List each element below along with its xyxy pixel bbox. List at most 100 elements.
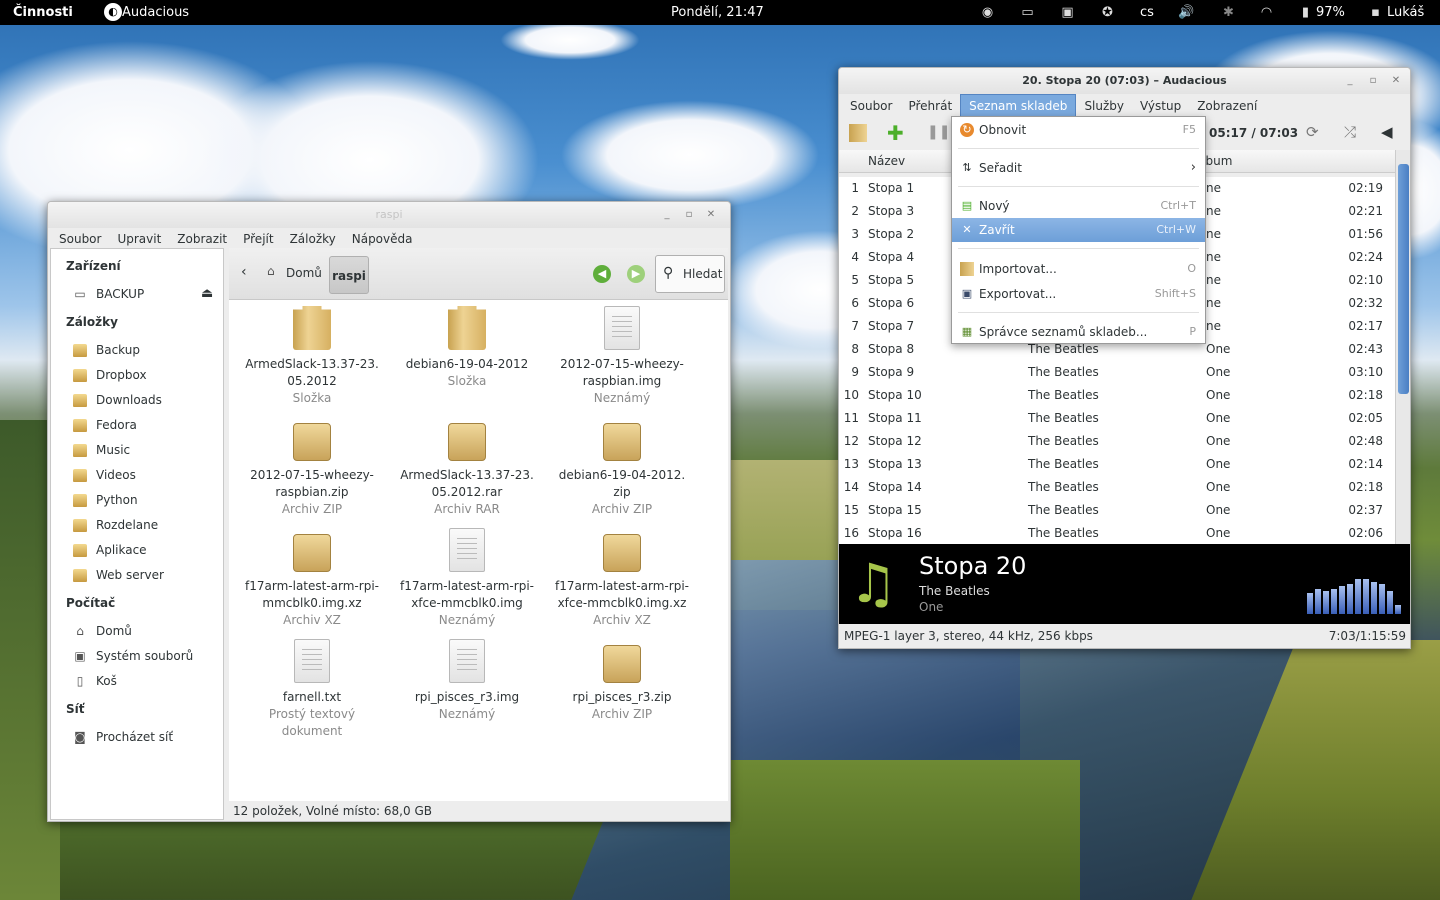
sidebar-item-web-server[interactable]: Web server	[73, 568, 164, 582]
network-icon: ◙	[74, 729, 86, 744]
sidebar-item-music[interactable]: Music	[73, 443, 130, 457]
file-item[interactable]: rpi_pisces_r3.img Neznámý	[392, 639, 542, 723]
disc-icon[interactable]: ◉	[979, 4, 996, 21]
sidebar-item-backup[interactable]: Backup	[73, 343, 140, 357]
eject-icon[interactable]: ⏏	[201, 286, 213, 301]
battery-icon[interactable]: ▮	[1297, 4, 1314, 21]
playlist-row[interactable]: 11 Stopa 11 The Beatles One 02:05	[839, 407, 1395, 430]
app-menu-label[interactable]: Audacious	[122, 0, 189, 25]
menu-napoveda[interactable]: Nápověda	[344, 228, 421, 250]
add-icon[interactable]: ✚	[887, 121, 904, 145]
file-name: xfce-mmcblk0.img.xz	[557, 596, 687, 610]
menu-item-close[interactable]: ✕ Zavřít Ctrl+W	[952, 218, 1205, 242]
menu-zobrazeni[interactable]: Zobrazení	[1189, 95, 1265, 117]
sidebar-item-trash[interactable]: ▯ Koš	[73, 674, 117, 688]
activities-button[interactable]: Činnosti	[13, 0, 73, 25]
folder-icon[interactable]: ▭	[1019, 4, 1036, 21]
file-item[interactable]: debian6-19-04-2012. zip Archiv ZIP	[547, 417, 697, 518]
sidebar-item-dropbox[interactable]: Dropbox	[73, 368, 147, 382]
file-item[interactable]: f17arm-latest-arm-rpi-mmcblk0.img.xz Arch…	[237, 528, 387, 629]
back-arrow-icon[interactable]: ‹	[241, 264, 247, 280]
chat-icon[interactable]: ▪	[1367, 4, 1384, 21]
sidebar-item-filesystem[interactable]: ▣ Systém souborů	[73, 649, 193, 663]
menu-item-playlist-manager[interactable]: ▦ Správce seznamů skladeb... P	[952, 320, 1205, 344]
sidebar-item-rozdelane[interactable]: Rozdelane	[73, 518, 158, 532]
sidebar-item-browse-network[interactable]: ◙ Procházet síť	[73, 730, 173, 744]
close-button[interactable]: ✕	[1388, 73, 1404, 89]
playlist-menu-dropdown: ↻ Obnovit F5 ⇅ Seřadit › ▤ Nový Ctrl+T ✕ Zavřít…	[951, 116, 1206, 344]
playlist-manager-icon: ▦	[961, 325, 973, 338]
file-item[interactable]: ArmedSlack-13.37-23. 05.2012 Složka	[237, 306, 387, 407]
playlist-row[interactable]: 14 Stopa 14 The Beatles One 02:18	[839, 476, 1395, 499]
playlist-row[interactable]: 15 Stopa 15 The Beatles One 02:37	[839, 499, 1395, 522]
playlist-row[interactable]: 13 Stopa 13 The Beatles One 02:14	[839, 453, 1395, 476]
sidebar-item-python[interactable]: Python	[73, 493, 138, 507]
menu-item-export[interactable]: ▣ Exportovat... Shift+S	[952, 282, 1205, 306]
file-item[interactable]: f17arm-latest-arm-rpi-xfce-mmcblk0.img.x…	[547, 528, 697, 629]
back-icon[interactable]: ◀	[593, 265, 611, 283]
playlist-scrollbar[interactable]	[1395, 150, 1410, 544]
forward-icon[interactable]: ▶	[627, 265, 645, 283]
visualizer-bar	[1339, 586, 1345, 614]
open-icon[interactable]	[849, 124, 867, 142]
display-icon[interactable]: ▣	[1059, 4, 1076, 21]
sidebar-item-fedora[interactable]: Fedora	[73, 418, 137, 432]
menu-item-import[interactable]: Importovat... O	[952, 257, 1205, 281]
path-home-button[interactable]: Domů	[286, 266, 322, 280]
folder-icon	[73, 418, 87, 432]
menu-soubor[interactable]: Soubor	[842, 95, 900, 117]
track-album: ne	[1206, 296, 1221, 310]
sidebar: Zařízení ▭ BACKUP ⏏ Záložky Backup Dropbo…	[50, 248, 224, 820]
playlist-row[interactable]: 12 Stopa 12 The Beatles One 02:48	[839, 430, 1395, 453]
menu-prejit[interactable]: Přejít	[235, 228, 281, 250]
maximize-button[interactable]: ▫	[681, 207, 697, 223]
close-button[interactable]: ✕	[703, 207, 719, 223]
file-name: debian6-19-04-2012	[405, 357, 529, 371]
bluetooth-icon[interactable]: ✱	[1220, 4, 1237, 21]
menu-prehrat[interactable]: Přehrát	[900, 95, 960, 117]
file-item[interactable]: ArmedSlack-13.37-23. 05.2012.rar Archiv RA…	[392, 417, 542, 518]
scrollbar-thumb[interactable]	[1398, 164, 1409, 394]
search-button[interactable]: ⚲ Hledat	[655, 255, 725, 293]
volume-icon[interactable]: ◀	[1381, 123, 1393, 141]
file-item[interactable]: f17arm-latest-arm-rpi-xfce-mmcblk0.img Ne…	[392, 528, 542, 629]
path-current-button[interactable]: raspi	[329, 256, 369, 294]
file-item[interactable]: farnell.txt Prostý textový dokument	[237, 639, 387, 740]
track-duration: 02:18	[1348, 480, 1383, 494]
clock[interactable]: Pondělí, 21:47	[671, 0, 764, 25]
file-item[interactable]: 2012-07-15-wheezy-raspbian.img Neznámý	[547, 306, 697, 407]
sidebar-item-home[interactable]: ⌂ Domů	[73, 624, 132, 638]
menu-upravit[interactable]: Upravit	[109, 228, 169, 250]
playlist-row[interactable]: 16 Stopa 16 The Beatles One 02:06	[839, 522, 1395, 545]
minimize-button[interactable]: _	[659, 207, 675, 223]
menu-item-sort[interactable]: ⇅ Seřadit ›	[952, 156, 1205, 180]
sidebar-item-videos[interactable]: Videos	[73, 468, 136, 482]
repeat-icon[interactable]: ⟳	[1306, 123, 1319, 141]
sidebar-item-backup-device[interactable]: ▭ BACKUP	[73, 287, 144, 301]
sidebar-item-downloads[interactable]: Downloads	[73, 393, 162, 407]
column-title[interactable]: Název	[868, 154, 905, 168]
maximize-button[interactable]: ▫	[1365, 73, 1381, 89]
accessibility-icon[interactable]: ✪	[1099, 4, 1116, 21]
wifi-icon[interactable]: ◠	[1258, 4, 1275, 21]
user-menu[interactable]: Lukáš	[1387, 0, 1424, 25]
pause-icon[interactable]: ❚❚	[927, 124, 950, 140]
menu-item-new[interactable]: ▤ Nový Ctrl+T	[952, 194, 1205, 218]
playlist-row[interactable]: 9 Stopa 9 The Beatles One 03:10	[839, 361, 1395, 384]
playlist-row[interactable]: 10 Stopa 10 The Beatles One 02:18	[839, 384, 1395, 407]
menu-zobrazit[interactable]: Zobrazit	[169, 228, 235, 250]
shuffle-icon[interactable]: ⤮	[1344, 123, 1356, 141]
keyboard-layout[interactable]: cs	[1140, 0, 1154, 25]
menu-soubor[interactable]: Soubor	[51, 228, 109, 250]
menu-sluzby[interactable]: Služby	[1076, 95, 1132, 117]
sidebar-item-aplikace[interactable]: Aplikace	[73, 543, 147, 557]
menu-zalozky[interactable]: Záložky	[282, 228, 344, 250]
menu-seznam-skladeb[interactable]: Seznam skladeb	[960, 94, 1077, 118]
menu-item-refresh[interactable]: ↻ Obnovit F5	[952, 118, 1205, 142]
minimize-button[interactable]: _	[1342, 73, 1358, 89]
file-item[interactable]: debian6-19-04-2012 Složka	[392, 306, 542, 390]
file-item[interactable]: rpi_pisces_r3.zip Archiv ZIP	[547, 639, 697, 723]
volume-icon[interactable]: 🔊	[1178, 4, 1195, 21]
file-item[interactable]: 2012-07-15-wheezy-raspbian.zip Archiv ZIP	[237, 417, 387, 518]
menu-vystup[interactable]: Výstup	[1132, 95, 1189, 117]
